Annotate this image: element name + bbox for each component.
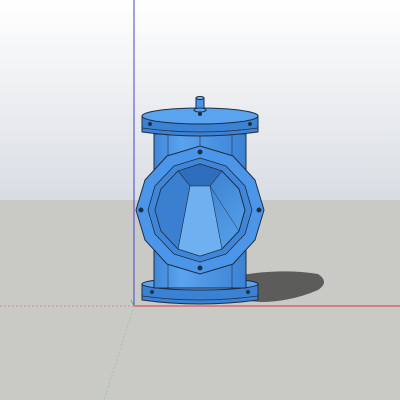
bolt-hole-top (197, 149, 203, 155)
modeling-viewport[interactable] (0, 0, 400, 400)
bolt-hole-bottom (197, 265, 203, 271)
3d-scene[interactable] (0, 0, 400, 400)
bolt-hole-right (256, 207, 262, 213)
top-boss (193, 96, 207, 113)
bolt-hole-left (138, 207, 144, 213)
